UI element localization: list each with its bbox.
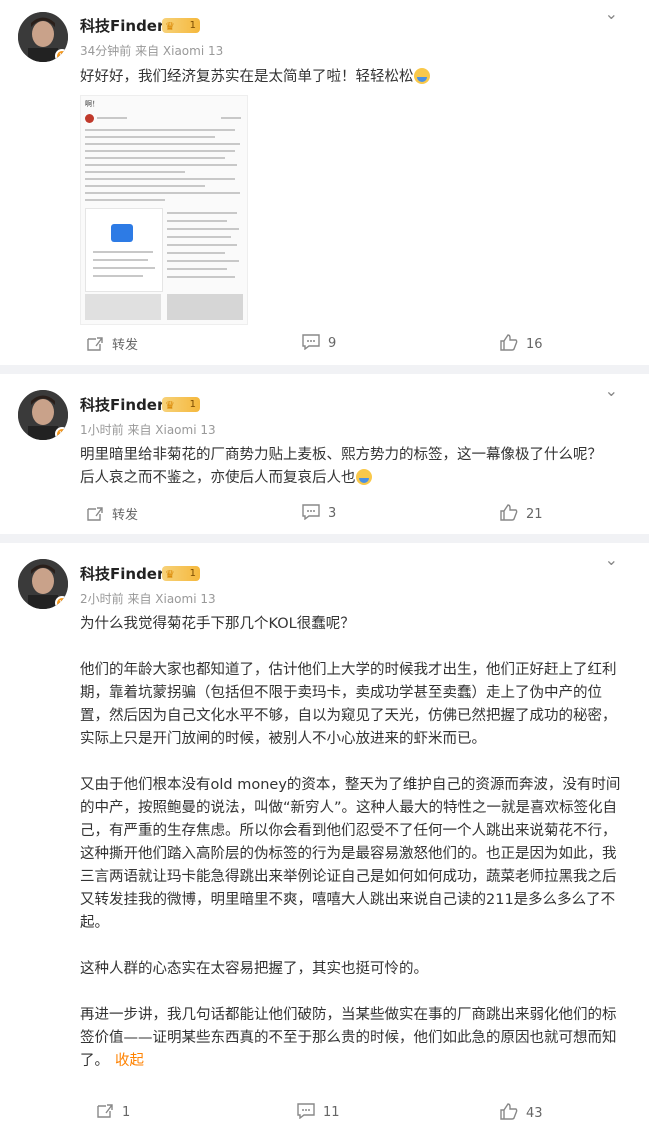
verified-badge-icon: v bbox=[55, 596, 68, 609]
vip-level-badge: ♛ 1 bbox=[162, 397, 200, 412]
crown-icon: ♛ bbox=[165, 399, 175, 412]
repost-button[interactable]: 转发 bbox=[86, 334, 138, 353]
repost-icon bbox=[97, 1104, 113, 1118]
repost-icon bbox=[87, 507, 103, 521]
post-card: v 科技Finder ♛ 1 2小时前 来自 Xiaomi 13 ⌄ 为什么我觉得… bbox=[0, 543, 649, 1132]
comment-icon bbox=[302, 334, 320, 351]
like-button[interactable]: 43 bbox=[500, 1103, 543, 1121]
repost-button[interactable]: 1 bbox=[96, 1103, 130, 1120]
vip-level-badge: ♛ 1 bbox=[162, 566, 200, 581]
thumbs-up-icon bbox=[500, 334, 518, 351]
author-name[interactable]: 科技Finder bbox=[80, 394, 164, 415]
like-button[interactable]: 21 bbox=[500, 504, 543, 522]
thumbs-up-icon bbox=[500, 1103, 518, 1120]
comment-icon bbox=[302, 504, 320, 521]
post-meta: 34分钟前 来自 Xiaomi 13 bbox=[80, 44, 224, 58]
chevron-down-icon[interactable]: ⌄ bbox=[605, 550, 618, 569]
repost-button[interactable]: 转发 bbox=[86, 504, 138, 523]
avatar[interactable]: v bbox=[18, 559, 68, 609]
post-meta: 2小时前 来自 Xiaomi 13 bbox=[80, 592, 216, 606]
chevron-down-icon[interactable]: ⌄ bbox=[605, 4, 618, 23]
comment-icon bbox=[297, 1103, 315, 1120]
comment-button[interactable]: 9 bbox=[302, 334, 336, 351]
author-name[interactable]: 科技Finder bbox=[80, 563, 164, 584]
repost-icon bbox=[87, 337, 103, 351]
crown-icon: ♛ bbox=[165, 20, 175, 33]
post-actions: 转发 9 16 bbox=[0, 334, 649, 356]
author-name[interactable]: 科技Finder bbox=[80, 15, 164, 36]
post-text: 为什么我觉得菊花手下那几个KOL很蠢呢？ 他们的年龄大家也都知道了，估计他们上大… bbox=[80, 616, 621, 1069]
verified-badge-icon: v bbox=[55, 49, 68, 62]
post-text: 明里暗里给非菊花的厂商势力贴上麦板、熙方势力的标签，这一幕像极了什么呢？ 后人哀… bbox=[80, 447, 602, 486]
avatar[interactable]: v bbox=[18, 390, 68, 440]
post-meta: 1小时前 来自 Xiaomi 13 bbox=[80, 423, 216, 437]
post-card: v 科技Finder ♛ 1 1小时前 来自 Xiaomi 13 ⌄ 明里暗里给非… bbox=[0, 374, 649, 534]
post-actions: 转发 3 21 bbox=[0, 504, 649, 526]
like-button[interactable]: 16 bbox=[500, 334, 543, 352]
thumbs-up-icon bbox=[500, 504, 518, 521]
chevron-down-icon[interactable]: ⌄ bbox=[605, 381, 618, 400]
vip-level-badge: ♛ 1 bbox=[162, 18, 200, 33]
emoji-icon bbox=[413, 68, 430, 84]
thumb-label: 啊！ bbox=[85, 100, 99, 108]
post-card: v 科技Finder ♛ 1 34分钟前 来自 Xiaomi 13 ⌄ 好好好，我… bbox=[0, 0, 649, 365]
verified-badge-icon: v bbox=[55, 427, 68, 440]
crown-icon: ♛ bbox=[165, 568, 175, 581]
collapse-link[interactable]: 收起 bbox=[115, 1053, 144, 1069]
avatar[interactable]: v bbox=[18, 12, 68, 62]
post-text: 好好好，我们经济复苏实在是太简单了啦！轻轻松松 bbox=[80, 66, 625, 89]
comment-button[interactable]: 11 bbox=[297, 1103, 340, 1120]
post-actions: 1 11 43 bbox=[0, 1103, 649, 1125]
comment-button[interactable]: 3 bbox=[302, 504, 336, 521]
post-image[interactable]: 啊！ bbox=[80, 95, 248, 325]
emoji-icon bbox=[355, 469, 372, 485]
